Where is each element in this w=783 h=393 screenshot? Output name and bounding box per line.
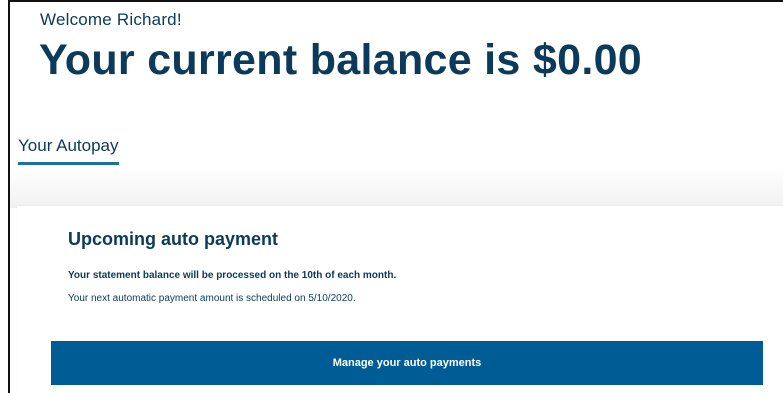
- section-divider: [10, 168, 783, 208]
- tab-your-autopay[interactable]: Your Autopay: [18, 136, 119, 165]
- welcome-message: Welcome Richard!: [40, 10, 182, 29]
- statement-info-text: Your statement balance will be processed…: [68, 270, 397, 281]
- next-payment-info-text: Your next automatic payment amount is sc…: [68, 293, 356, 304]
- card-title: Upcoming auto payment: [68, 229, 279, 249]
- manage-auto-payments-button[interactable]: Manage your auto payments: [51, 341, 763, 385]
- balance-heading: Your current balance is $0.00: [39, 36, 642, 84]
